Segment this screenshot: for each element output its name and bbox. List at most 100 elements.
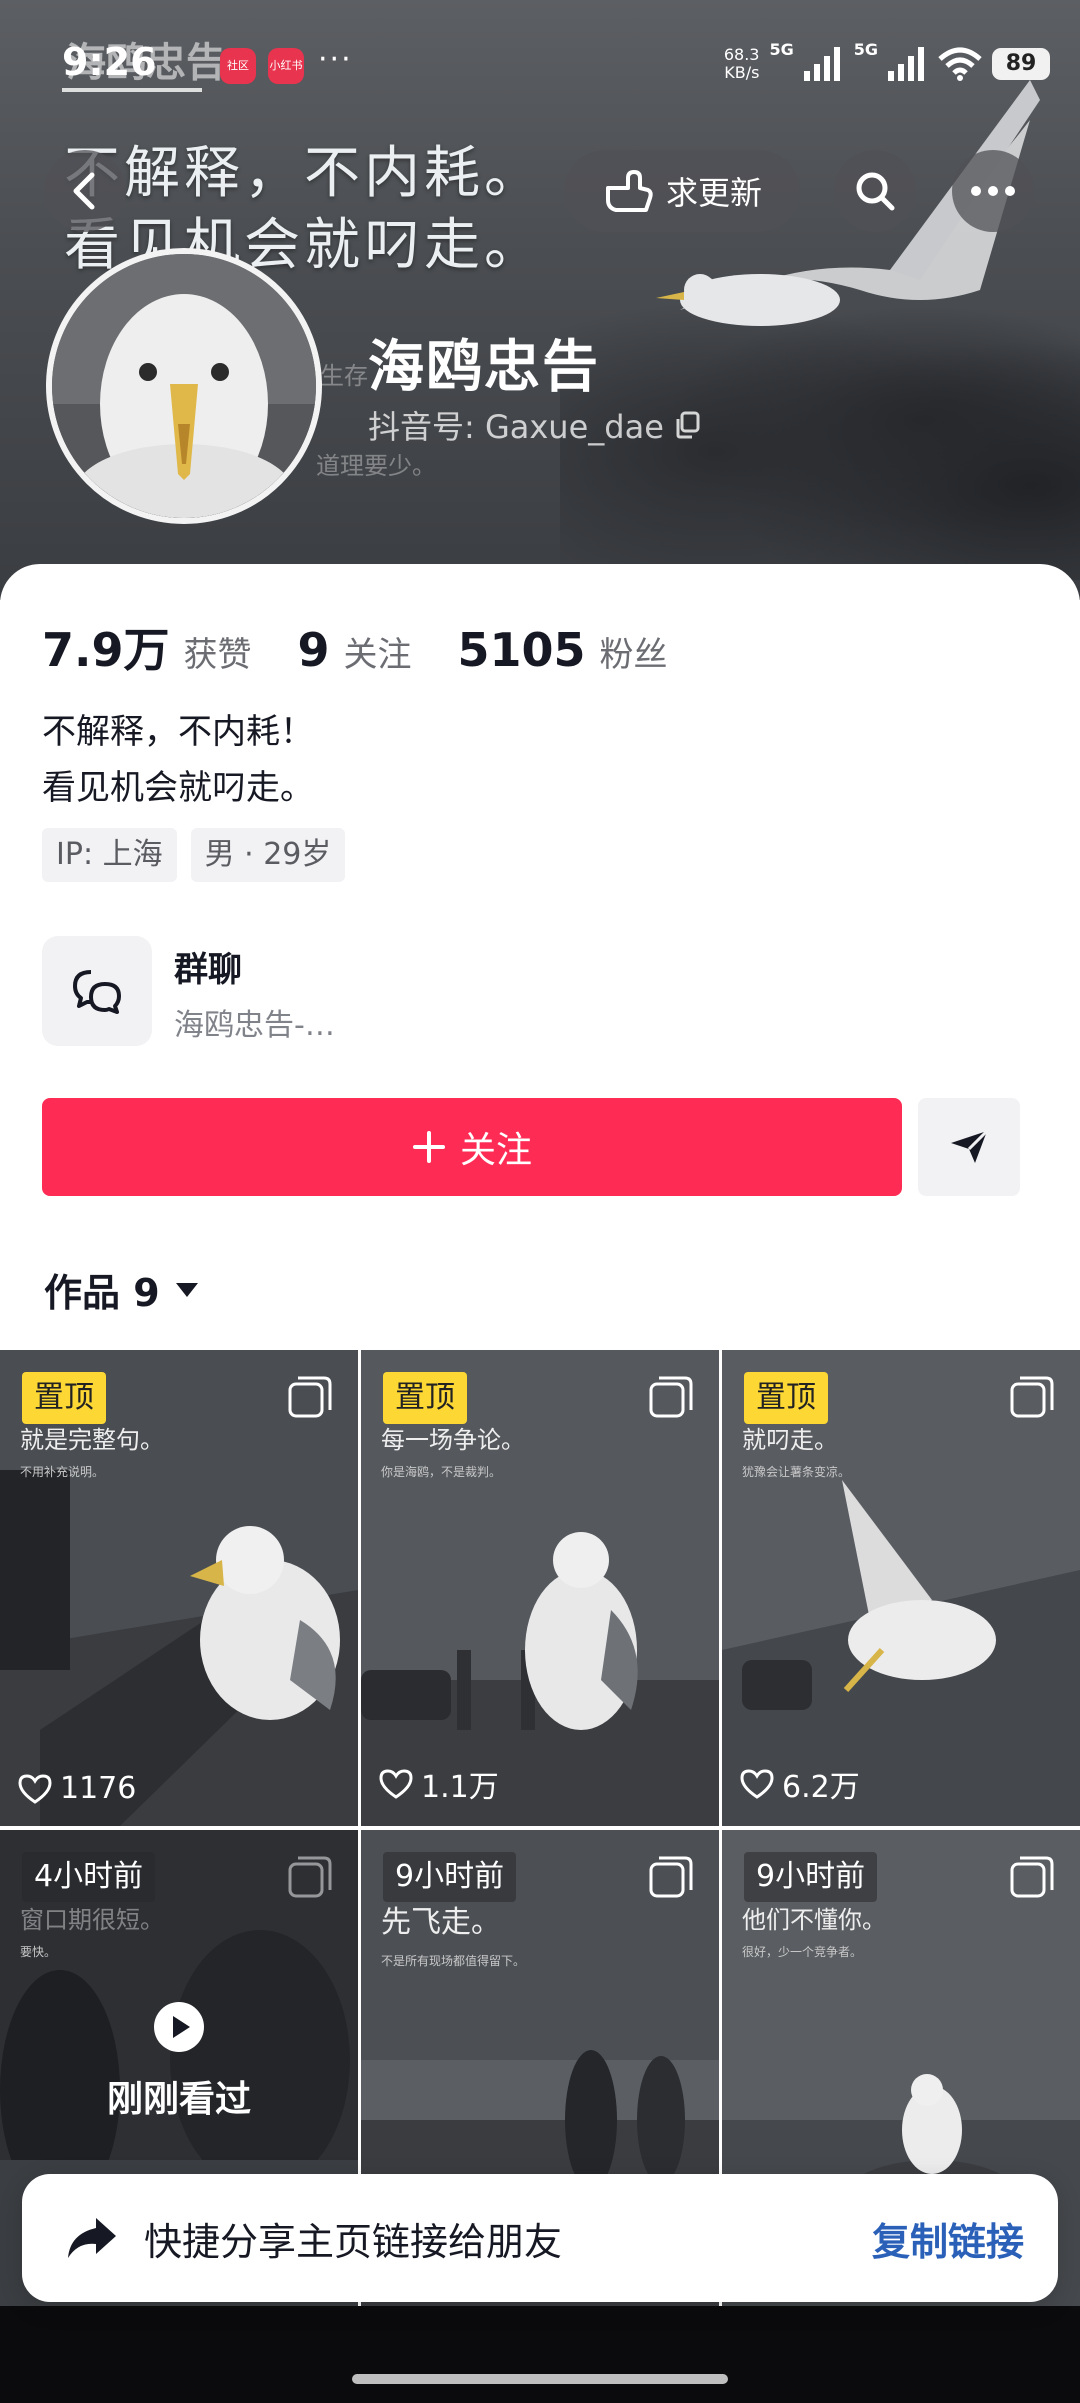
banner-ghost-text: 生存 xyxy=(320,362,368,390)
status-bar: 9:26 海鸥忠告 社区 小红书 ··· 68.3 KB/s 5G 5G 89 xyxy=(0,0,1080,130)
heart-icon xyxy=(379,1769,413,1799)
copy-icon[interactable] xyxy=(674,411,700,439)
recently-watched-overlay: 刚刚看过 xyxy=(0,2000,358,2122)
likes-count[interactable]: 7.9万 xyxy=(42,614,170,680)
banner-slogan-line1: 不解释，不内耗。 xyxy=(64,141,544,206)
search-button[interactable] xyxy=(834,150,916,232)
bio-line2: 看见机会就叼走。 xyxy=(42,768,314,808)
send-message-button[interactable] xyxy=(918,1098,1020,1196)
heart-icon xyxy=(18,1773,52,1804)
plus-icon xyxy=(412,1131,445,1163)
video-tile[interactable]: 置顶 就是完整句。 不用补充说明。 1176 xyxy=(0,1350,358,1826)
followers-count[interactable]: 5105 xyxy=(458,623,586,677)
status-right: 68.3 KB/s 5G 5G 89 xyxy=(724,40,1050,86)
douyin-id[interactable]: 抖音号: Gaxue_dae xyxy=(368,402,700,448)
followers-label[interactable]: 粉丝 xyxy=(600,627,668,676)
video-caption: 每一场争论。 你是海鸥，不是裁判。 xyxy=(381,1424,525,1488)
chat-bubble-icon xyxy=(73,970,121,1014)
video-caption-small: 很好，少一个竞争者。 xyxy=(742,1945,863,1959)
send-icon xyxy=(951,1129,989,1163)
video-caption-text: 先飞走。 xyxy=(381,1905,501,1940)
multi-image-icon xyxy=(288,1376,332,1418)
post-time-badge: 9小时前 xyxy=(744,1852,878,1902)
group-chat-subtitle: 海鸥忠告-… xyxy=(174,1008,335,1043)
more-button[interactable] xyxy=(952,150,1034,232)
video-caption: 就是完整句。 不用补充说明。 xyxy=(20,1424,164,1488)
video-caption-text: 就是完整句。 xyxy=(20,1426,164,1454)
signal-icon-2 xyxy=(888,47,924,81)
wifi-icon xyxy=(938,47,982,81)
group-chat-icon-box xyxy=(42,936,152,1046)
post-time-badge: 4小时前 xyxy=(22,1852,156,1902)
share-profile-bar[interactable]: 快捷分享主页链接给朋友 复制链接 xyxy=(22,2174,1058,2302)
back-button[interactable] xyxy=(44,150,126,232)
battery-indicator: 89 xyxy=(992,48,1050,80)
multi-image-icon xyxy=(288,1856,332,1898)
video-caption: 先飞走。 不是所有现场都值得留下。 xyxy=(381,1904,525,1980)
following-count[interactable]: 9 xyxy=(298,623,330,677)
multi-image-icon xyxy=(1010,1856,1054,1898)
likes-count-text: 1176 xyxy=(60,1771,137,1806)
seagull-avatar-image xyxy=(52,254,316,518)
caret-down-icon[interactable] xyxy=(174,1281,200,1299)
home-indicator[interactable] xyxy=(352,2374,728,2384)
video-tile[interactable]: 置顶 每一场争论。 你是海鸥，不是裁判。 1.1万 xyxy=(361,1350,719,1826)
more-notifications-icon: ··· xyxy=(318,42,353,77)
pinned-badge: 置顶 xyxy=(22,1372,106,1424)
profile-bio: 不解释，不内耗！ 看见机会就叼走。 xyxy=(42,704,314,816)
video-caption-small: 不用补充说明。 xyxy=(20,1465,105,1479)
more-dots-icon xyxy=(971,186,1015,196)
video-caption-small: 要快。 xyxy=(20,1945,57,1959)
app-notification-icon: 社区 xyxy=(220,48,256,84)
banner-ghost-text-2: 道理要少。 xyxy=(316,452,436,480)
next-row-preview xyxy=(0,2306,1080,2403)
profile-stats: 7.9万 获赞 9 关注 5105 粉丝 xyxy=(42,614,714,680)
video-caption-text: 就叼走。 xyxy=(742,1426,838,1454)
bio-line1: 不解释，不内耗！ xyxy=(42,712,314,752)
network-speed: 68.3 KB/s xyxy=(724,46,760,82)
signal-icon xyxy=(803,47,840,81)
play-icon xyxy=(154,2002,204,2052)
likes-count-text: 6.2万 xyxy=(782,1770,860,1805)
share-arrow-icon xyxy=(68,2218,116,2258)
video-caption: 他们不懂你。 很好，少一个竞争者。 xyxy=(742,1904,886,1968)
likes-counter: 1.1万 xyxy=(379,1762,499,1806)
follow-button-label: 关注 xyxy=(459,1130,532,1171)
likes-counter: 6.2万 xyxy=(740,1762,860,1806)
profile-name: 海鸥忠告 xyxy=(368,335,600,400)
video-tile[interactable]: 置顶 就叼走。 犹豫会让薯条变凉。 6.2万 xyxy=(722,1350,1080,1826)
profile-tags: IP: 上海 男 · 29岁 xyxy=(42,828,346,882)
request-update-label: 求更新 xyxy=(665,174,762,212)
gender-age-tag: 男 · 29岁 xyxy=(190,828,346,882)
likes-label[interactable]: 获赞 xyxy=(184,627,252,676)
multi-image-icon xyxy=(649,1376,693,1418)
status-underline xyxy=(62,88,202,92)
multi-image-icon xyxy=(649,1856,693,1898)
tab-works[interactable]: 作品 9 xyxy=(44,1262,200,1317)
network-speed-unit: KB/s xyxy=(724,63,760,82)
heart-icon xyxy=(740,1769,774,1799)
group-chat-entry[interactable]: 群聊 海鸥忠告-… xyxy=(42,936,642,1046)
video-caption-small: 犹豫会让薯条变凉。 xyxy=(742,1465,851,1479)
request-update-button[interactable]: 求更新 xyxy=(564,150,800,232)
following-label[interactable]: 关注 xyxy=(344,627,412,676)
hand-point-icon xyxy=(605,170,653,212)
pinned-badge: 置顶 xyxy=(383,1372,467,1424)
xiaohongshu-notification-icon: 小红书 xyxy=(268,48,304,84)
chevron-left-icon xyxy=(73,172,95,210)
status-overlay-title: 海鸥忠告 xyxy=(66,40,226,86)
follow-button[interactable]: 关注 xyxy=(42,1098,902,1196)
search-icon xyxy=(856,172,895,211)
sig2-label: 5G xyxy=(853,40,878,59)
douyin-id-text: 抖音号: Gaxue_dae xyxy=(368,408,664,446)
sig1-label: 5G xyxy=(769,40,794,59)
video-caption: 就叼走。 犹豫会让薯条变凉。 xyxy=(742,1424,850,1488)
copy-link-button[interactable]: 复制链接 xyxy=(872,2211,1024,2266)
pinned-badge: 置顶 xyxy=(744,1372,828,1424)
likes-counter: 1176 xyxy=(18,1771,136,1806)
video-caption-small: 你是海鸥，不是裁判。 xyxy=(381,1465,502,1479)
video-caption-small: 不是所有现场都值得留下。 xyxy=(381,1954,526,1968)
ip-location-tag: IP: 上海 xyxy=(42,828,177,882)
avatar[interactable] xyxy=(46,248,322,524)
video-caption-text: 每一场争论。 xyxy=(381,1426,525,1454)
